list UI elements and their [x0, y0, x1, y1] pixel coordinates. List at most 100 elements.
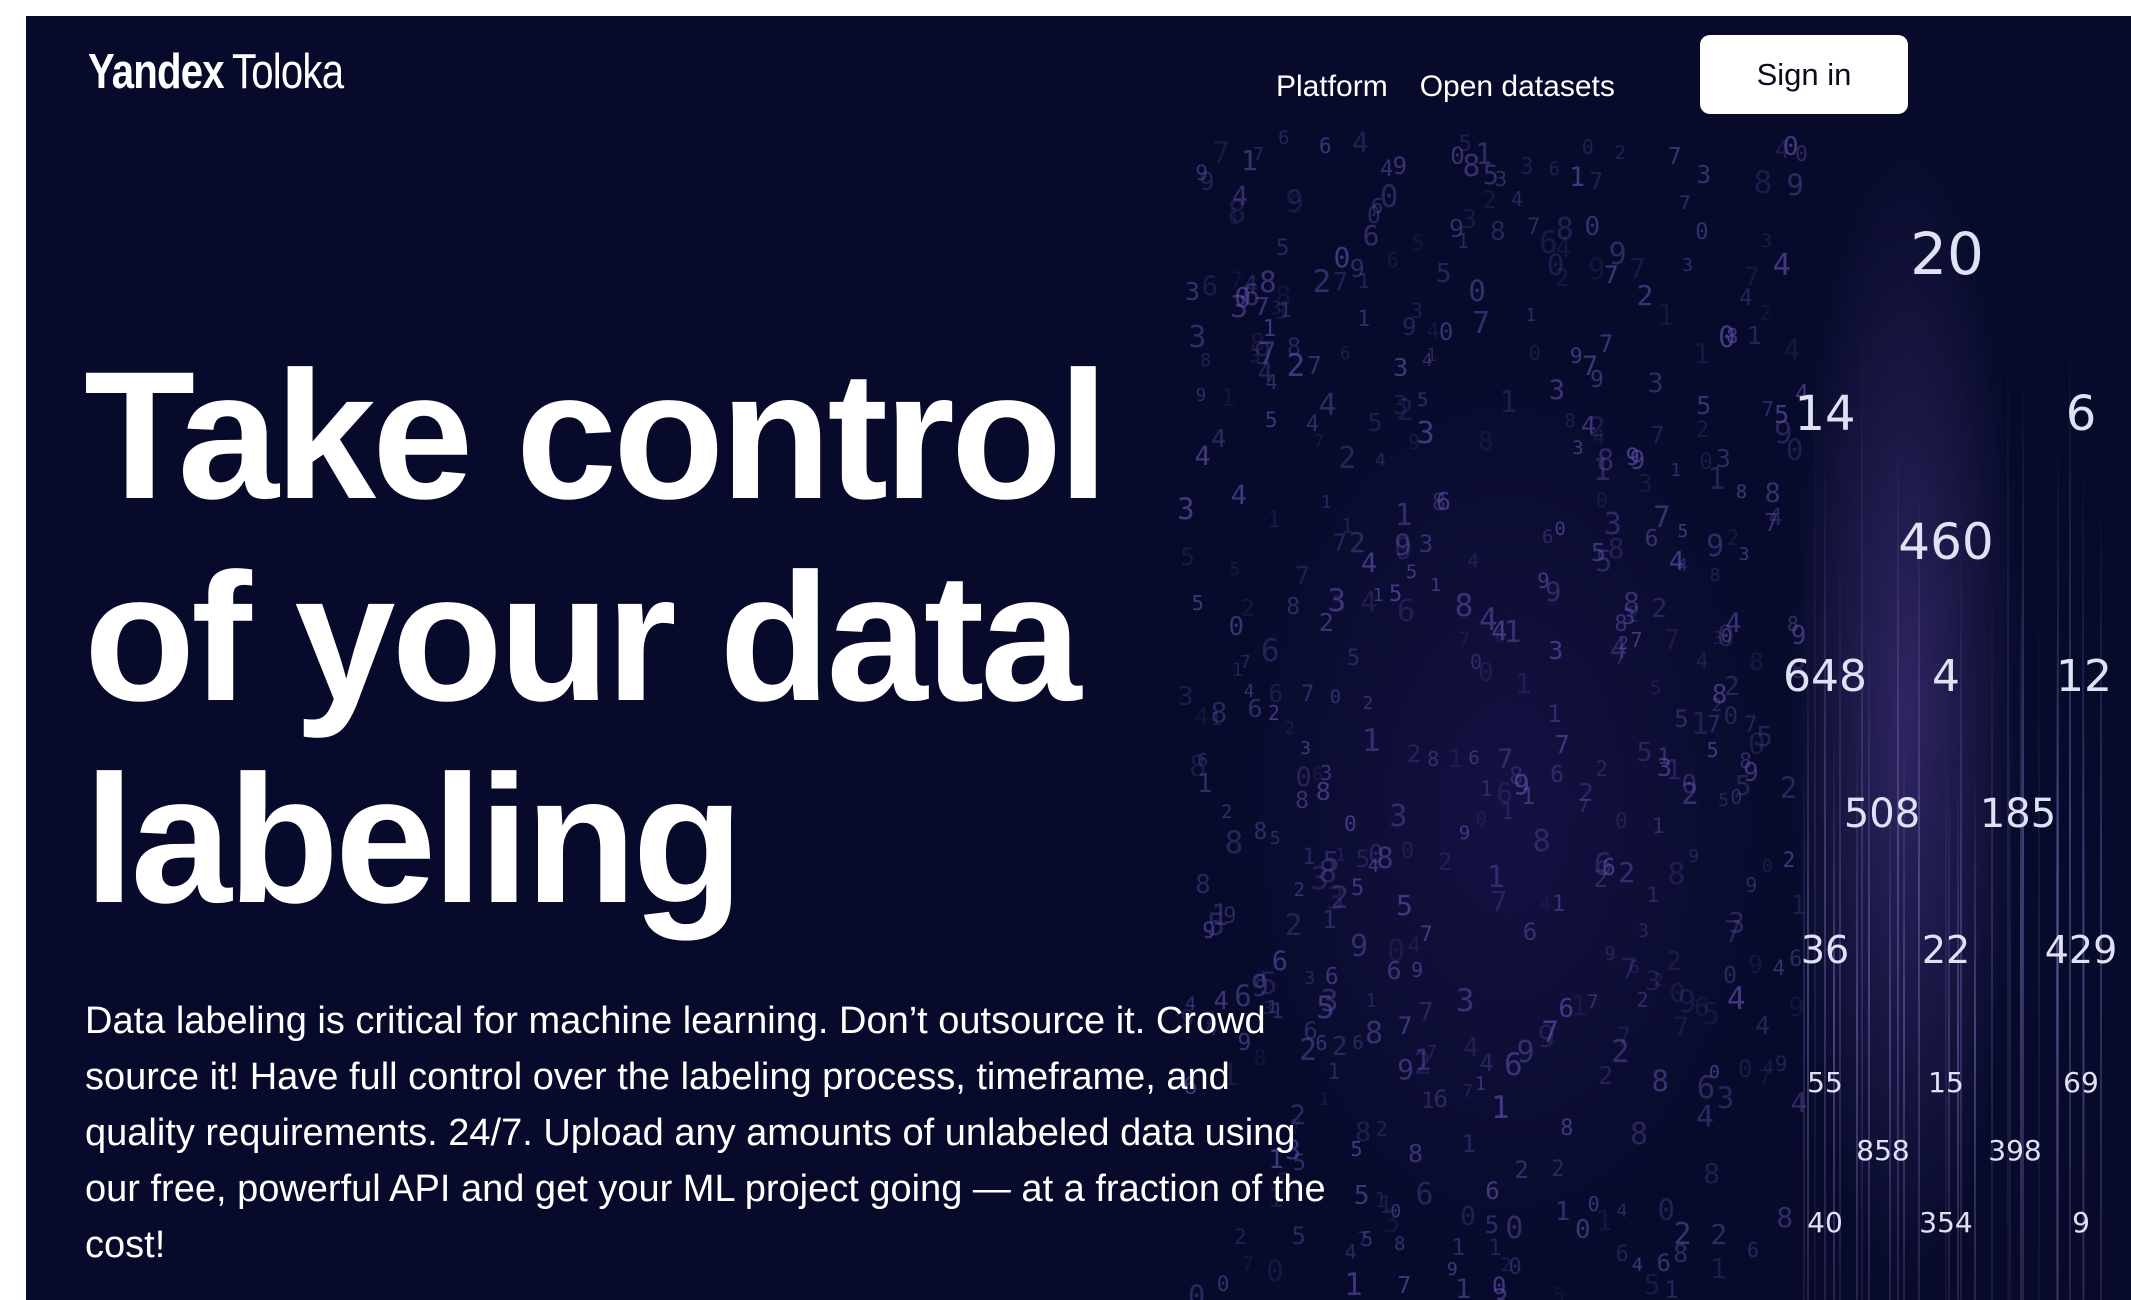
- rain-digit: 6: [1386, 247, 1399, 272]
- rain-digit: 7: [1212, 136, 1231, 172]
- logo-product: Toloka: [231, 45, 344, 99]
- rain-digit: 7: [1589, 169, 1604, 196]
- rain-digit: 0: [1367, 202, 1381, 229]
- headline-line-1: Take control: [84, 333, 1109, 537]
- rain-digit: 0: [1546, 248, 1565, 283]
- rain-digit: 5: [1411, 230, 1425, 255]
- rain-digit: 7: [1333, 267, 1349, 297]
- stat-number: 20: [1910, 220, 1984, 288]
- stat-number: 4: [1932, 651, 1960, 702]
- stat-number: 648: [1783, 651, 1867, 702]
- stat-number: 36: [1800, 928, 1850, 972]
- rain-digit: 2: [1312, 263, 1332, 300]
- rain-streak: [2082, 441, 2085, 1300]
- stat-number: 55: [1807, 1066, 1843, 1099]
- hero-section: 1861911302144428375886182264331316499701…: [26, 16, 2131, 1300]
- rain-digit: 3: [1461, 205, 1478, 236]
- rain-digit: 9: [1285, 184, 1304, 221]
- rain-digit: 3: [1682, 254, 1694, 276]
- hero-headline: Take control of your data labeling: [84, 333, 1109, 941]
- rain-digit: 9: [1587, 252, 1606, 287]
- rain-streak: [2057, 425, 2060, 1300]
- rain-digit: 8: [1259, 264, 1277, 299]
- rain-digit: 5: [1435, 259, 1452, 290]
- rain-digit: 0: [1333, 240, 1351, 274]
- rain-digit: 7: [1253, 143, 1264, 165]
- rain-digit: 4: [1351, 126, 1369, 160]
- hero-description: Data labeling is critical for machine le…: [85, 1000, 1326, 1266]
- stat-number: 6: [2065, 386, 2097, 442]
- rain-digit: 1: [1227, 205, 1241, 231]
- rain-digit: 0: [1379, 179, 1399, 216]
- rain-digit: 7: [1526, 214, 1541, 240]
- top-nav: Platform Open datasets: [1276, 70, 1615, 104]
- rain-digit: 8: [1753, 165, 1773, 202]
- nav-link-open-datasets[interactable]: Open datasets: [1420, 70, 1615, 104]
- rain-digit: 0: [1450, 142, 1465, 171]
- rain-digit: 9: [1199, 167, 1215, 197]
- rain-digit: 4: [1739, 286, 1753, 312]
- rain-digit: 0: [1468, 273, 1486, 308]
- rain-digit: 7: [1743, 262, 1760, 293]
- rain-digit: 7: [1230, 267, 1244, 292]
- nav-link-platform[interactable]: Platform: [1276, 70, 1388, 104]
- rain-digit: 5: [1276, 235, 1290, 261]
- rain-digit: 6: [1242, 278, 1260, 313]
- rain-digit: 7: [1679, 192, 1691, 215]
- rain-digit: 0: [1584, 212, 1601, 243]
- rain-digit: 3: [1177, 492, 1195, 527]
- rain-digit: 1: [1240, 144, 1258, 178]
- rain-digit: 1: [1568, 162, 1586, 194]
- rain-digit: 8: [1555, 211, 1574, 247]
- rain-digit: 5: [1482, 160, 1500, 192]
- rain-digit: 3: [1185, 276, 1201, 306]
- rain-digit: 3: [1696, 160, 1712, 190]
- rain-digit: 4: [1380, 156, 1394, 182]
- rain-digit: 5: [1458, 131, 1472, 157]
- rain-digit: 3: [1188, 320, 1207, 356]
- stat-number: 14: [1794, 386, 1856, 442]
- rain-digit: 2: [1614, 141, 1626, 164]
- rain-digit: 9: [1608, 236, 1627, 272]
- rain-digit: 9: [1349, 253, 1365, 283]
- rain-digit: 9: [1195, 384, 1207, 406]
- stat-number: 508: [1843, 791, 1921, 837]
- rain-digit: 7: [1604, 261, 1619, 289]
- rain-digit: 0: [1187, 1279, 1206, 1300]
- stat-number: 429: [2044, 928, 2118, 972]
- sign-in-button[interactable]: Sign in: [1700, 35, 1908, 114]
- logo-brand: Yandex: [88, 45, 225, 99]
- rain-digit: 9: [1392, 152, 1408, 181]
- rain-digit: 3: [1519, 153, 1534, 180]
- stat-number: 69: [2063, 1066, 2099, 1099]
- rain-digit: 0: [1581, 134, 1594, 159]
- rain-digit: 3: [1177, 682, 1194, 713]
- stat-number: 858: [1856, 1134, 1910, 1167]
- yandex-toloka-logo[interactable]: Yandex Toloka: [88, 44, 344, 100]
- rain-digit: 1: [1357, 269, 1370, 294]
- rain-digit: 4: [1555, 234, 1571, 265]
- rain-digit: 6: [1539, 225, 1558, 262]
- rain-digit: 1: [1456, 229, 1469, 254]
- rain-digit: 0: [1234, 281, 1252, 315]
- rain-digit: 9: [1448, 213, 1465, 243]
- rain-digit: 8: [1275, 280, 1292, 312]
- rain-digit: 8: [1462, 148, 1481, 184]
- rain-digit: 2: [1482, 186, 1497, 215]
- headline-line-3: labeling: [84, 737, 744, 941]
- rain-streak: [2068, 326, 2071, 1300]
- rain-streak: [2037, 578, 2040, 1300]
- rain-digit: 7: [1667, 144, 1682, 171]
- stat-number: 398: [1988, 1134, 2042, 1167]
- rain-digit: 7: [1628, 251, 1646, 285]
- rain-streak: [2099, 491, 2102, 1300]
- stat-number: 354: [1919, 1206, 1973, 1239]
- stat-number: 12: [2056, 651, 2112, 702]
- rain-digit: 6: [1318, 134, 1332, 159]
- rain-digit: 6: [1362, 219, 1380, 253]
- stat-number: 460: [1898, 513, 1994, 571]
- stat-number: 185: [1979, 791, 2057, 837]
- rain-digit: 0: [1695, 220, 1709, 246]
- rain-digit: 3: [1760, 229, 1773, 252]
- rain-digit: 4: [1242, 270, 1259, 301]
